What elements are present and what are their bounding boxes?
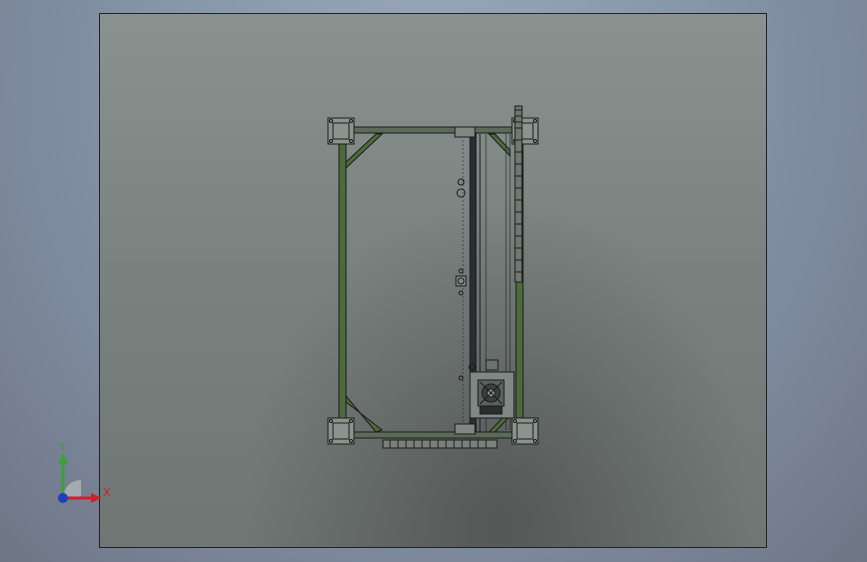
left-rail	[338, 133, 347, 439]
top-rail	[344, 126, 516, 134]
cnc-frame-model[interactable]	[0, 0, 867, 562]
y-axis-label: Y	[58, 440, 66, 453]
spindle-carriage	[469, 359, 515, 419]
x-axis-arrow-icon	[91, 493, 102, 503]
z-axis-origin-icon	[58, 493, 68, 503]
graphics-viewport[interactable]: Y X	[0, 0, 867, 562]
coordinate-triad: Y X	[58, 440, 111, 503]
bottom-rail	[344, 431, 516, 439]
x-axis-label: X	[103, 486, 111, 499]
y-axis-arrow-icon	[58, 452, 68, 464]
bottom-rack	[382, 439, 498, 449]
